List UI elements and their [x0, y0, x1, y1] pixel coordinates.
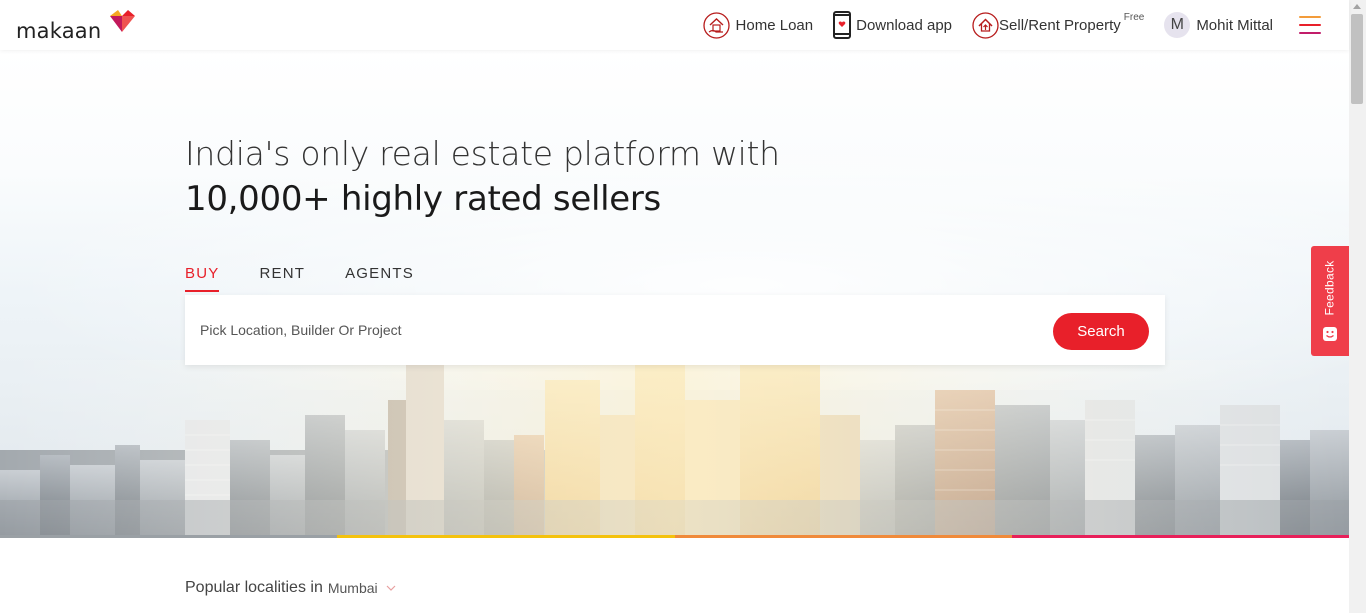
hamburger-line-2: [1299, 24, 1321, 26]
chevron-down-icon[interactable]: [386, 585, 396, 591]
free-badge: Free: [1123, 11, 1145, 23]
headline-line-2: 10,000+ highly rated sellers: [185, 179, 661, 219]
color-bar-segment-orange: [674, 535, 1012, 538]
sell-house-icon: [972, 11, 999, 39]
search-tabs: BUY RENT AGENTS: [185, 265, 454, 292]
city-selector[interactable]: Mumbai: [328, 580, 378, 596]
hamburger-line-1: [1299, 16, 1321, 18]
top-header: makaan Home Loan Download app Sell/Rent …: [0, 0, 1349, 50]
headline-line-1: India's only real estate platform with: [185, 134, 780, 173]
hamburger-line-3: [1299, 32, 1321, 34]
color-bar: [0, 535, 1349, 538]
color-bar-segment-grey: [0, 535, 338, 538]
phone-icon: [833, 11, 852, 39]
search-box: Search: [185, 295, 1165, 365]
hamburger-icon[interactable]: [1299, 16, 1321, 34]
feedback-tab[interactable]: Feedback: [1311, 246, 1349, 356]
user-menu[interactable]: M Mohit Mittal: [1164, 12, 1273, 38]
sell-rent-label: Sell/Rent Property: [999, 16, 1121, 34]
tab-agents[interactable]: AGENTS: [345, 265, 414, 292]
logo-text: makaan: [16, 19, 102, 43]
color-bar-segment-yellow: [337, 535, 675, 538]
download-app-label: Download app: [856, 16, 953, 34]
popular-localities: Popular localities in Mumbai: [185, 579, 396, 597]
color-bar-segment-pink: [1011, 535, 1349, 538]
search-input[interactable]: [200, 315, 1040, 345]
feedback-label: Feedback: [1323, 260, 1338, 316]
feedback-face-icon: [1323, 327, 1337, 341]
home-loan-icon: [702, 11, 730, 39]
feedback-label-wrap: Feedback: [1313, 258, 1347, 318]
sell-rent-link[interactable]: Sell/Rent Property Free: [972, 12, 1144, 39]
page-scrollbar[interactable]: [1349, 0, 1366, 613]
download-app-link[interactable]: Download app: [833, 11, 952, 39]
page: makaan Home Loan Download app Sell/Rent …: [0, 0, 1366, 613]
hero-headline: India's only real estate platform with 1…: [185, 132, 780, 222]
makaan-logo[interactable]: makaan: [16, 10, 135, 43]
tab-rent[interactable]: RENT: [259, 265, 305, 292]
header-nav: Home Loan Download app Sell/Rent Propert…: [702, 0, 1349, 50]
logo-heart-icon: [110, 10, 135, 32]
city-skyline-image: [0, 360, 1349, 535]
search-button[interactable]: Search: [1053, 313, 1149, 350]
scroll-up-arrow-icon[interactable]: [1353, 4, 1361, 9]
home-loan-label: Home Loan: [735, 16, 814, 34]
user-name: Mohit Mittal: [1196, 16, 1273, 34]
scroll-thumb[interactable]: [1351, 14, 1363, 104]
hero-section: India's only real estate platform with 1…: [0, 50, 1349, 538]
home-loan-link[interactable]: Home Loan: [702, 11, 814, 39]
avatar: M: [1164, 12, 1191, 38]
popular-label: Popular localities in: [185, 579, 323, 596]
tab-buy[interactable]: BUY: [185, 265, 220, 292]
